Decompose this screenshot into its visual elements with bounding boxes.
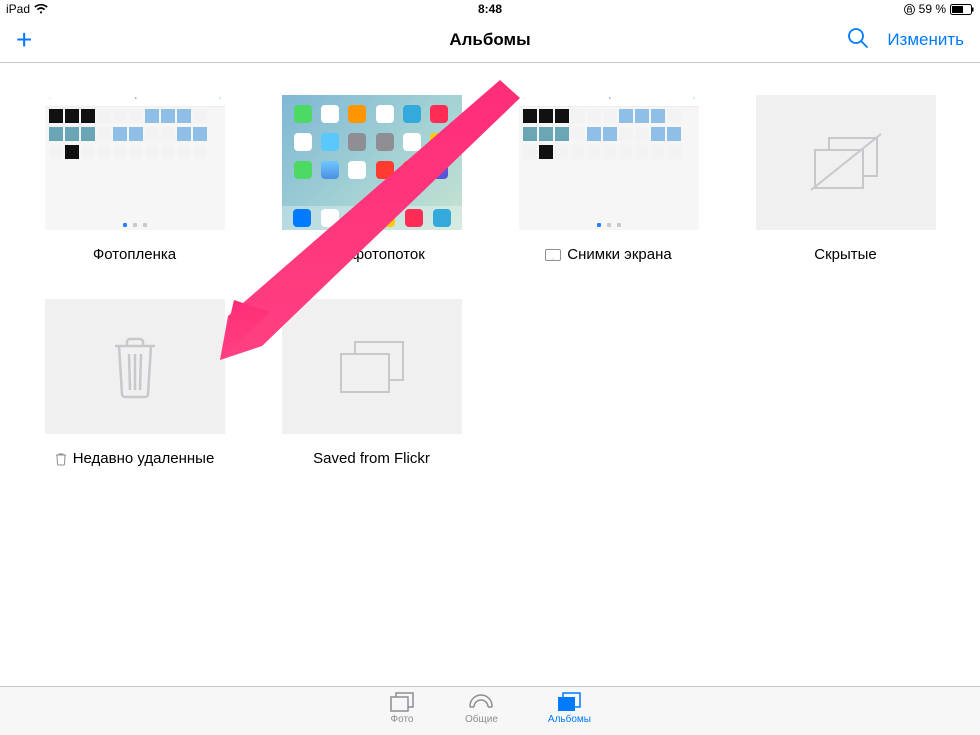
status-right: 59 % (904, 2, 974, 16)
status-bar: iPad 8:48 59 % (0, 0, 980, 18)
album-thumbnail: ←•• (45, 95, 225, 230)
tab-photos[interactable]: Фото (389, 691, 415, 735)
search-icon[interactable] (847, 27, 869, 54)
add-button[interactable]: + (16, 24, 32, 55)
album-label: Saved from Flickr (313, 450, 430, 467)
album-label: Фотопленка (93, 246, 176, 263)
photos-icon (389, 691, 415, 713)
trash-icon (105, 332, 165, 402)
album-saved-flickr[interactable]: Saved from Flickr (269, 299, 474, 467)
device-label: iPad (6, 2, 30, 16)
album-camera-roll[interactable]: ←•• Фотопленка (32, 95, 237, 263)
wifi-icon (34, 4, 48, 14)
stack-icon (327, 332, 417, 402)
albums-icon (556, 691, 582, 713)
ipad-icon (545, 249, 561, 261)
tab-label: Общие (465, 714, 498, 725)
hidden-icon (801, 128, 891, 198)
tab-albums[interactable]: Альбомы (548, 691, 591, 735)
tab-shared[interactable]: Общие (465, 691, 498, 735)
battery-text: 59 % (919, 2, 946, 16)
album-label: Скрытые (814, 246, 877, 263)
album-thumbnail: ←•• (519, 95, 699, 230)
nav-left: + (16, 26, 32, 54)
album-recently-deleted[interactable]: Недавно удаленные (32, 299, 237, 467)
edit-button[interactable]: Изменить (887, 30, 964, 50)
album-screenshots[interactable]: ←•• (506, 95, 711, 263)
album-thumbnail (45, 299, 225, 434)
album-hidden[interactable]: Скрытые (743, 95, 948, 263)
status-left: iPad (6, 2, 48, 16)
album-photo-stream[interactable]: Мой фотопоток (269, 95, 474, 263)
album-thumbnail (282, 299, 462, 434)
nav-right: Изменить (847, 27, 964, 54)
nav-bar: + Альбомы Изменить (0, 18, 980, 62)
tab-label: Альбомы (548, 714, 591, 725)
trash-mini-icon (55, 452, 67, 466)
album-label: Снимки экрана (545, 246, 671, 263)
tab-bar: Фото Общие Альбомы (0, 686, 980, 735)
battery-icon (950, 4, 974, 15)
album-thumbnail (756, 95, 936, 230)
page-title: Альбомы (449, 30, 530, 50)
tab-label: Фото (391, 714, 414, 725)
shared-icon (468, 691, 494, 713)
status-time: 8:48 (478, 2, 502, 16)
album-label: Мой фотопоток (318, 246, 425, 263)
rotation-lock-icon (904, 4, 915, 15)
album-label: Недавно удаленные (55, 450, 215, 467)
albums-grid: ←•• Фотопленка (0, 63, 980, 499)
album-thumbnail (282, 95, 462, 230)
